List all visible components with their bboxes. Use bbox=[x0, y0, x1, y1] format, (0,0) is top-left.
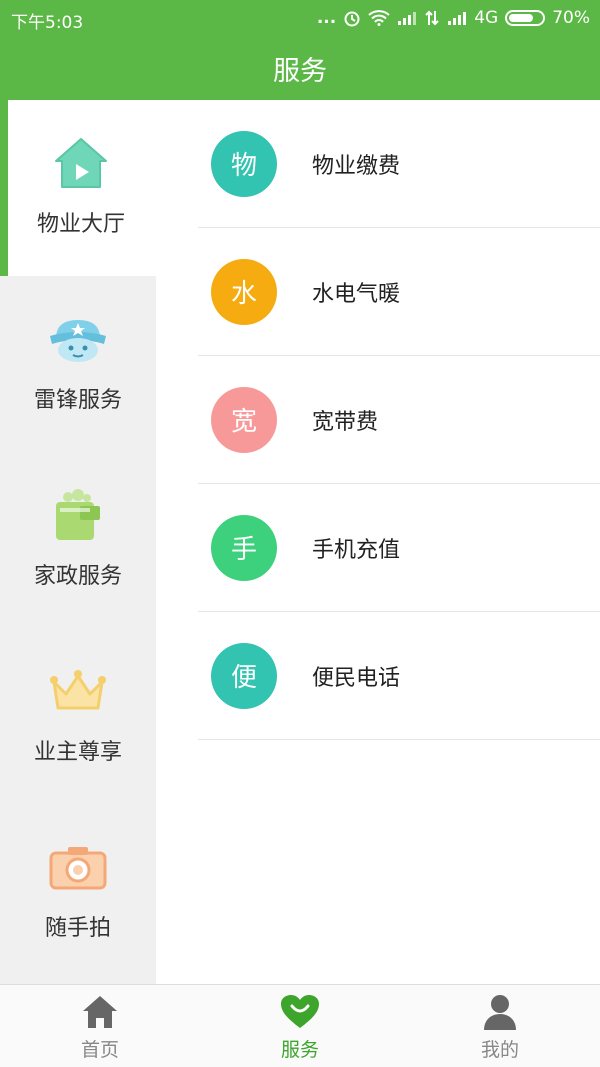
camera-icon bbox=[47, 838, 109, 896]
sidebar: 物业大厅 雷锋服务 家政服务 业主尊享 随手拍 bbox=[0, 100, 198, 984]
list-item-utilities[interactable]: 水 水电气暖 bbox=[198, 228, 600, 356]
service-badge: 手 bbox=[211, 514, 277, 581]
list-item-phone-recharge[interactable]: 手 手机充值 bbox=[198, 484, 600, 612]
service-label: 水电气暖 bbox=[312, 281, 401, 307]
service-list: 物 物业缴费 水 水电气暖 宽 宽带费 手 手机充值 便 便民电话 bbox=[198, 100, 600, 984]
sidebar-item-snapshot[interactable]: 随手拍 bbox=[0, 804, 156, 980]
service-label: 物业缴费 bbox=[312, 153, 401, 179]
sidebar-item-label: 物业大厅 bbox=[36, 212, 125, 237]
status-time: 下午5:03 bbox=[11, 13, 84, 33]
sidebar-item-property-hall[interactable]: 物业大厅 bbox=[0, 100, 198, 276]
sidebar-item-owner-exclusive[interactable]: 业主尊享 bbox=[0, 628, 156, 804]
service-label: 宽带费 bbox=[312, 409, 379, 435]
sidebar-item-label: 雷锋服务 bbox=[33, 388, 122, 413]
signal-icon bbox=[397, 11, 417, 25]
signal-icon-2 bbox=[447, 11, 467, 25]
bottom-nav: 首页 服务 我的 bbox=[0, 984, 600, 1067]
heart-icon bbox=[280, 993, 320, 1031]
cleaning-bucket-icon bbox=[47, 486, 109, 544]
header: 服务 bbox=[0, 36, 600, 100]
sidebar-item-leifeng-service[interactable]: 雷锋服务 bbox=[0, 276, 156, 452]
sidebar-item-label: 家政服务 bbox=[33, 564, 122, 589]
nav-home[interactable]: 首页 bbox=[0, 985, 200, 1067]
network-type: 4G bbox=[474, 8, 499, 28]
more-dots-icon: ... bbox=[316, 8, 337, 28]
service-label: 便民电话 bbox=[312, 665, 401, 691]
service-badge: 物 bbox=[211, 130, 277, 197]
nav-label: 我的 bbox=[480, 1039, 519, 1061]
list-item-convenience-phone[interactable]: 便 便民电话 bbox=[198, 612, 600, 740]
sidebar-item-label: 业主尊享 bbox=[33, 740, 122, 765]
service-badge: 便 bbox=[211, 642, 277, 709]
service-badge: 宽 bbox=[211, 386, 277, 453]
alarm-icon bbox=[343, 9, 361, 27]
sidebar-item-label: 随手拍 bbox=[44, 916, 111, 941]
list-item-property-fee[interactable]: 物 物业缴费 bbox=[198, 100, 600, 228]
person-icon bbox=[480, 993, 520, 1031]
soldier-cap-icon bbox=[47, 310, 109, 368]
service-label: 手机充值 bbox=[312, 537, 401, 563]
page-title: 服务 bbox=[273, 55, 327, 87]
list-item-broadband[interactable]: 宽 宽带费 bbox=[198, 356, 600, 484]
nav-mine[interactable]: 我的 bbox=[400, 985, 600, 1067]
battery-icon bbox=[505, 10, 546, 26]
nav-label: 服务 bbox=[280, 1039, 319, 1061]
status-icons: ... 4G 70% bbox=[317, 8, 590, 28]
home-icon bbox=[80, 993, 120, 1031]
nav-label: 首页 bbox=[80, 1039, 119, 1061]
service-badge: 水 bbox=[211, 258, 277, 325]
house-play-icon bbox=[50, 134, 112, 192]
battery-percent: 70% bbox=[552, 8, 590, 28]
wifi-icon bbox=[368, 10, 390, 26]
status-bar: 下午5:03 ... 4G 70% bbox=[0, 0, 600, 36]
nav-service[interactable]: 服务 bbox=[200, 985, 400, 1067]
data-transfer-icon bbox=[424, 10, 440, 26]
crown-icon bbox=[47, 662, 109, 720]
sidebar-item-housekeeping-service[interactable]: 家政服务 bbox=[0, 452, 156, 628]
